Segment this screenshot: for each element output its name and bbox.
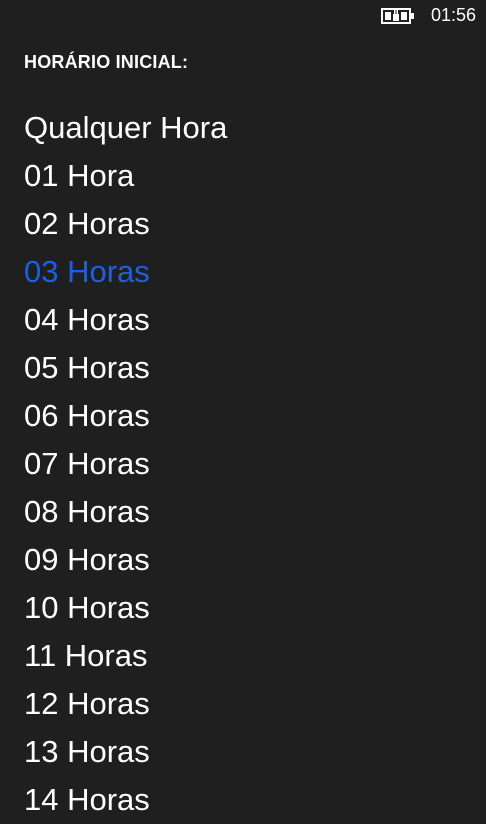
list-item[interactable]: 01 Hora <box>24 152 486 200</box>
list-item[interactable]: Qualquer Hora <box>24 104 486 152</box>
list-item[interactable]: 03 Horas <box>24 248 486 296</box>
battery-charging-icon <box>381 8 414 24</box>
list-item[interactable]: 11 Horas <box>24 632 486 680</box>
option-list: Qualquer Hora 01 Hora 02 Horas 03 Horas 04 H… <box>24 104 486 824</box>
list-item[interactable]: 09 Horas <box>24 536 486 584</box>
picker-title: HORÁRIO INICIAL: <box>24 52 189 72</box>
status-time: 01:56 <box>430 5 476 25</box>
list-item[interactable]: 14 Horas <box>24 776 486 824</box>
list-item[interactable]: 07 Horas <box>24 440 486 488</box>
status-bar: 01:56 <box>0 0 486 32</box>
list-item[interactable]: 08 Horas <box>24 488 486 536</box>
list-item[interactable]: 04 Horas <box>24 296 486 344</box>
list-item[interactable]: 02 Horas <box>24 200 486 248</box>
list-item[interactable]: 10 Horas <box>24 584 486 632</box>
list-item[interactable]: 13 Horas <box>24 728 486 776</box>
list-item[interactable]: 06 Horas <box>24 392 486 440</box>
list-item[interactable]: 12 Horas <box>24 680 486 728</box>
list-item[interactable]: 05 Horas <box>24 344 486 392</box>
